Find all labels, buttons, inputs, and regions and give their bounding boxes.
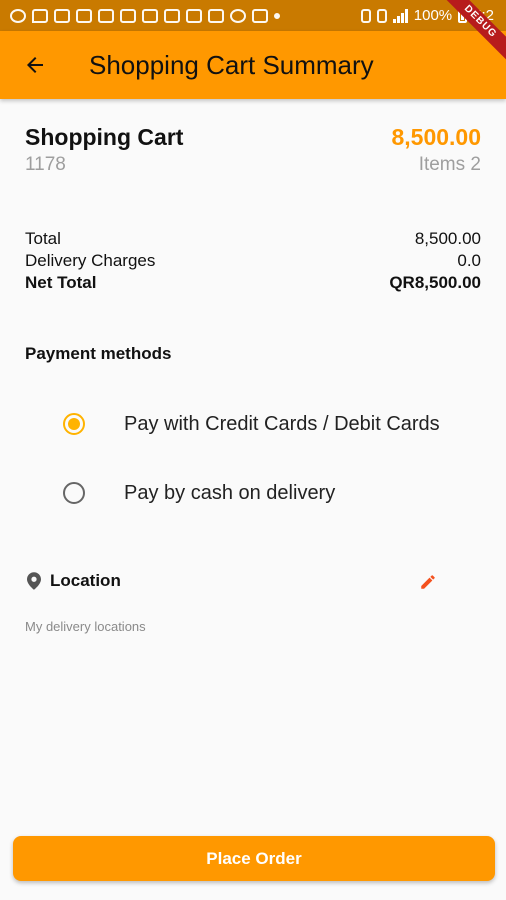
location-heading: Location xyxy=(50,571,121,590)
delivery-charges-label: Delivery Charges xyxy=(25,251,156,270)
delivery-charges-value: 0.0 xyxy=(457,251,481,270)
mail-icon xyxy=(252,8,268,23)
payment-methods-heading: Payment methods xyxy=(25,344,172,363)
totals-table: Total 8,500.00 Delivery Charges 0.0 Net … xyxy=(25,228,481,294)
payment-option-card[interactable]: Pay with Credit Cards / Debit Cards xyxy=(0,396,506,452)
place-order-button[interactable]: Place Order xyxy=(13,836,495,881)
battery-percent: 100% xyxy=(413,7,453,24)
pencil-icon xyxy=(421,575,435,589)
total-row: Total 8,500.00 xyxy=(25,228,481,250)
data-transfer-icon xyxy=(376,8,387,23)
net-total-row: Net Total QR8,500.00 xyxy=(25,272,481,294)
location-pin-icon xyxy=(27,572,41,590)
image-icon xyxy=(186,8,202,23)
grid-app-icon xyxy=(120,8,136,23)
whatsapp-icon xyxy=(10,8,26,23)
net-total-value: QR8,500.00 xyxy=(389,273,481,292)
total-value: 8,500.00 xyxy=(414,229,481,248)
notification-icons xyxy=(10,8,280,23)
cart-item-count: Items 2 xyxy=(418,154,481,175)
back-arrow-icon xyxy=(27,57,43,73)
missed-call-icon xyxy=(76,8,92,23)
delivery-locations-label: My delivery locations xyxy=(25,619,146,634)
payment-option-cash[interactable]: Pay by cash on delivery xyxy=(0,465,506,521)
image-icon xyxy=(164,8,180,23)
signal-icon xyxy=(392,8,408,23)
app-bar: Shopping Cart Summary xyxy=(0,31,506,99)
image-icon xyxy=(142,8,158,23)
notification-bell-icon xyxy=(360,8,371,23)
whatsapp-icon xyxy=(230,8,246,23)
page-title: Shopping Cart Summary xyxy=(89,49,374,80)
net-total-label: Net Total xyxy=(25,273,97,292)
delivery-charges-row: Delivery Charges 0.0 xyxy=(25,250,481,272)
payment-option-label: Pay by cash on delivery xyxy=(124,481,336,504)
radio-selected-icon[interactable] xyxy=(63,413,85,435)
cart-amount: 8,500.00 xyxy=(391,124,481,150)
more-notifications-icon xyxy=(274,12,280,19)
message-icon xyxy=(32,8,48,23)
image-icon xyxy=(208,8,224,23)
photo-icon xyxy=(98,8,114,23)
mail-icon xyxy=(54,8,70,23)
cart-title: Shopping Cart xyxy=(25,124,184,150)
total-label: Total xyxy=(25,229,61,248)
edit-location-button[interactable] xyxy=(417,571,439,593)
payment-option-label: Pay with Credit Cards / Debit Cards xyxy=(124,412,440,435)
back-button[interactable] xyxy=(0,31,70,99)
radio-unselected-icon[interactable] xyxy=(63,482,85,504)
cart-id: 1178 xyxy=(25,154,66,175)
status-bar: 100% 5:2 xyxy=(0,0,506,31)
